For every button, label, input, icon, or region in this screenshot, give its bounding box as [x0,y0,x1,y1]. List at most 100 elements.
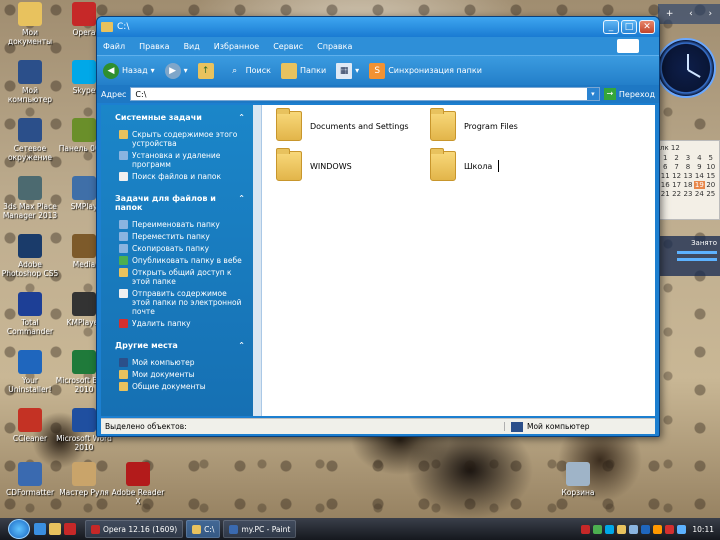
folder-view[interactable]: Documents and Settings Program Files WIN… [261,105,655,416]
desktop-icon[interactable]: Мой компьютер [0,60,60,104]
desktop-icon[interactable]: Total Commander [0,292,60,336]
system-tasks-header[interactable]: Системные задачи ⌃ [105,111,257,124]
minimize-button[interactable]: _ [603,20,619,34]
task-pane-scrollbar[interactable] [253,105,261,416]
back-button[interactable]: ◀ Назад ▾ [103,62,155,79]
forward-button[interactable]: ▶ ▾ [164,62,188,79]
desktop-icon[interactable]: Корзина [548,462,608,497]
calendar-day[interactable]: 9 [694,163,704,171]
other-places-header[interactable]: Другие места ⌃ [105,339,257,352]
calendar-day[interactable]: 6 [660,163,670,171]
explorer-window[interactable]: C:\ _ □ ✕ Файл Правка Вид Избранное Серв… [96,16,660,437]
calendar-day[interactable]: 22 [671,190,681,198]
calendar-day[interactable]: 5 [706,154,716,162]
taskbar-button[interactable]: C:\ [186,520,221,538]
folder-item[interactable]: Documents and Settings [276,108,409,141]
taskbar-button[interactable]: Opera 12.16 (1609) [85,520,184,538]
calendar-day[interactable]: 10 [706,163,716,171]
menu-favorites[interactable]: Избранное [214,42,259,51]
calendar-day[interactable]: 14 [694,172,704,180]
calendar-day[interactable]: 16 [660,181,670,189]
task-link[interactable]: Скопировать папку [105,242,257,254]
calendar-gadget[interactable]: лк 12 1 2 3 4 5 6 7 8 9 10 11 12 13 14 15 16 17 18 19 20 21 2… [656,140,720,220]
prev-gadget-button[interactable]: ‹ [689,9,693,19]
next-gadget-button[interactable]: › [708,9,712,19]
folders-button[interactable]: Папки [280,62,326,79]
task-link[interactable]: Опубликовать папку в вебе [105,254,257,266]
title-bar[interactable]: C:\ _ □ ✕ [97,17,659,37]
task-link[interactable]: Установка и удаление программ [105,149,257,170]
sync-folder-button[interactable]: S Синхронизация папки [369,62,482,79]
up-folder-button[interactable]: ↑ [197,62,217,79]
start-button[interactable] [8,519,30,539]
quick-launch-icon[interactable] [64,523,76,535]
tray-icon[interactable] [581,524,591,534]
maximize-button[interactable]: □ [621,20,637,34]
clock-gadget[interactable] [656,38,716,98]
tray-icon[interactable] [677,524,687,534]
calendar-day[interactable]: 2 [671,154,681,162]
task-link[interactable]: Скрыть содержимое этого устройства [105,128,257,149]
clock-time[interactable]: 10:11 [692,525,714,534]
desktop-icon[interactable]: CCleaner [0,408,60,443]
calendar-day[interactable]: 1 [660,154,670,162]
task-link[interactable]: Отправить содержимое этой папки по элект… [105,287,257,317]
file-tasks-header[interactable]: Задачи для файлов и папок ⌃ [105,192,257,214]
quick-launch-icon[interactable] [49,523,61,535]
calendar-day[interactable]: 13 [683,172,693,180]
taskbar-button[interactable]: my.PC - Paint [223,520,297,538]
task-link[interactable]: Удалить папку [105,317,257,329]
task-link[interactable]: Поиск файлов и папок [105,170,257,182]
calendar-day[interactable]: 20 [706,181,716,189]
calendar-day[interactable]: 7 [671,163,681,171]
tray-icon[interactable] [665,524,675,534]
quick-launch-icon[interactable] [34,523,46,535]
calendar-day[interactable]: 21 [660,190,670,198]
calendar-day[interactable]: 11 [660,172,670,180]
go-button[interactable]: → Переход [603,88,655,100]
tray-icon[interactable] [617,524,627,534]
cpu-meter-gadget[interactable]: Занято [660,236,720,276]
task-link[interactable]: Мои документы [105,368,257,380]
desktop-icon[interactable]: Adobe Photoshop CS5 [0,234,60,278]
calendar-day[interactable]: 18 [683,181,693,189]
calendar-day[interactable]: 19 [694,181,705,189]
desktop-icon[interactable]: Your Uninstaller! [0,350,60,394]
calendar-day[interactable]: 23 [683,190,693,198]
desktop-icon[interactable]: Мои документы [0,2,60,46]
tray-icon[interactable] [593,524,603,534]
address-input[interactable]: C:\ ▾ [130,87,600,101]
tray-icon[interactable] [653,524,663,534]
calendar-day[interactable]: 25 [706,190,716,198]
calendar-day[interactable]: 24 [694,190,704,198]
folder-item[interactable]: WINDOWS [276,148,352,181]
task-link[interactable]: Переименовать папку [105,218,257,230]
task-link[interactable]: Мой компьютер [105,356,257,368]
calendar-day[interactable]: 8 [683,163,693,171]
desktop-icon[interactable]: Adobe Reader X [108,462,168,506]
calendar-day[interactable]: 15 [706,172,716,180]
close-button[interactable]: ✕ [639,20,655,34]
task-link[interactable]: Открыть общий доступ к этой папке [105,266,257,287]
calendar-day[interactable]: 17 [671,181,681,189]
menu-edit[interactable]: Правка [139,42,169,51]
folder-item[interactable]: Program Files [430,108,518,141]
desktop-icon[interactable]: CDFormatter [0,462,60,497]
calendar-day[interactable]: 4 [694,154,704,162]
tray-icon[interactable] [605,524,615,534]
menu-file[interactable]: Файл [103,42,125,51]
task-link[interactable]: Общие документы [105,380,257,392]
menu-tools[interactable]: Сервис [273,42,303,51]
folder-item-renaming[interactable]: Школа [430,148,500,181]
desktop-icon[interactable]: Мастер Руля [54,462,114,497]
calendar-day[interactable]: 12 [671,172,681,180]
calendar-day[interactable]: 3 [683,154,693,162]
desktop-icon[interactable]: 3ds Max Place Manager 2013 [0,176,60,220]
menu-help[interactable]: Справка [317,42,352,51]
desktop-icon[interactable]: Сетевое окружение [0,118,60,162]
menu-view[interactable]: Вид [184,42,200,51]
tray-icon[interactable] [629,524,639,534]
task-link[interactable]: Переместить папку [105,230,257,242]
address-dropdown-icon[interactable]: ▾ [586,88,599,100]
views-button[interactable]: ▦ ▾ [336,62,359,79]
